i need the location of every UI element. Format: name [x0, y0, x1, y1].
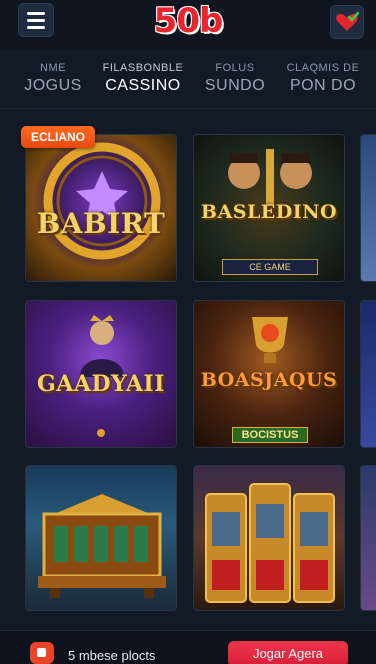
heart-check-icon	[336, 11, 359, 31]
game-card-partial[interactable]	[360, 300, 376, 448]
game-title: BASLEDINO	[200, 201, 338, 223]
brand-logo[interactable]: 50b	[0, 0, 376, 42]
tab-pon-do[interactable]: CLAQMIS DE PON DO	[268, 62, 376, 95]
game-card[interactable]	[25, 465, 177, 611]
game-title: GAADYAII	[37, 371, 165, 397]
game-card[interactable]: BASLEDINO CE GAME	[193, 134, 345, 282]
bottom-bar: 5 mbese plocts Jogar Agera	[0, 630, 376, 664]
play-now-button[interactable]: Jogar Agera	[228, 641, 348, 664]
slot-cabinets-icon	[205, 483, 335, 603]
tab-sub-label: CLAQMIS DE	[286, 62, 360, 74]
golden-ring-icon	[43, 142, 161, 260]
presenters-icon	[228, 149, 312, 205]
game-card[interactable]: BOASJAQUS BOCISTUS	[193, 300, 345, 448]
game-title: BABIRT	[36, 207, 166, 240]
game-card-partial[interactable]	[360, 134, 376, 282]
trophy-icon	[252, 317, 288, 363]
game-card[interactable]: BABIRT	[25, 134, 177, 282]
game-subtitle: CE GAME	[222, 259, 318, 275]
game-card[interactable]	[193, 465, 345, 611]
game-title: BOASJAQUS	[200, 369, 338, 391]
game-subtitle: BOCISTUS	[232, 427, 308, 443]
top-header: 50b	[0, 0, 376, 50]
queen-figure-icon	[80, 315, 124, 377]
players-icon	[30, 642, 54, 664]
game-card-partial[interactable]	[360, 465, 376, 611]
slot-machine-icon	[38, 494, 166, 598]
tabs-divider	[0, 108, 376, 109]
tab-main-label: PON DO	[289, 77, 357, 94]
category-tabs: NME JOGUS FILASBONBLE CASSINO FOLUS SUND…	[0, 56, 376, 106]
coin-icon	[97, 429, 105, 437]
game-card[interactable]: GAADYAII	[25, 300, 177, 448]
featured-badge: ECLIANO	[21, 126, 95, 148]
players-online-text: 5 mbese plocts	[68, 648, 156, 663]
game-grid: BABIRT BASLEDINO CE GAME GAADYAII BOASJA…	[0, 116, 376, 626]
favorites-button[interactable]	[330, 5, 364, 39]
